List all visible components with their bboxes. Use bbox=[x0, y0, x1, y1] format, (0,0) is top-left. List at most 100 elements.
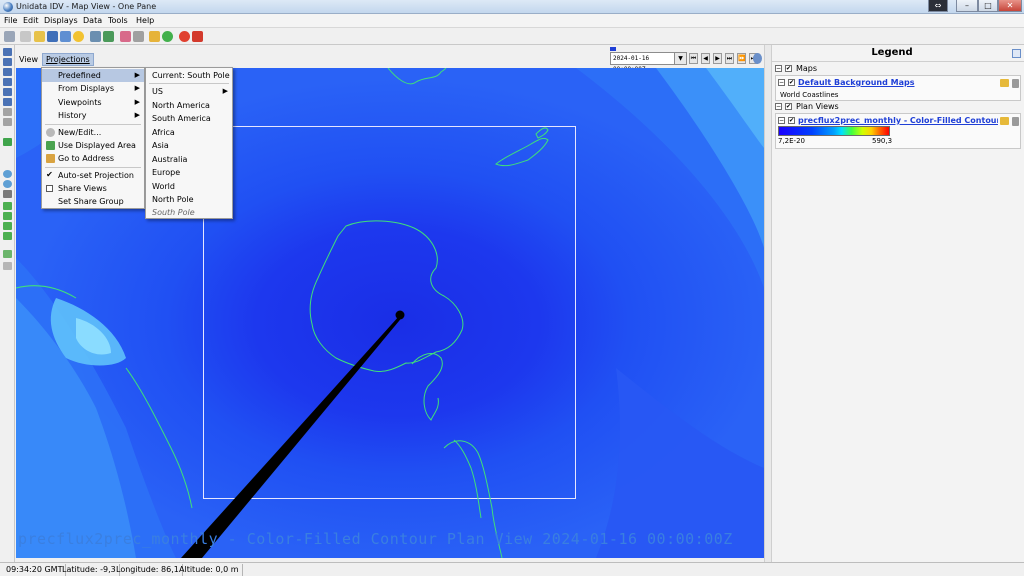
data-chooser-icon[interactable] bbox=[4, 31, 15, 42]
menu-item-set-share-group[interactable]: Set Share Group bbox=[42, 195, 144, 208]
save-icon[interactable] bbox=[47, 31, 58, 42]
visibility-checkbox[interactable]: ✔ bbox=[785, 65, 792, 72]
menu-displays[interactable]: Displays bbox=[42, 15, 80, 27]
menu-item-africa[interactable]: Africa bbox=[146, 126, 232, 139]
collapse-icon[interactable]: − bbox=[778, 117, 785, 124]
menu-item-use-displayed-area[interactable]: Use Displayed Area bbox=[42, 139, 144, 152]
menu-separator bbox=[45, 167, 141, 168]
menu-item-europe[interactable]: Europe bbox=[146, 166, 232, 179]
pane-splitter[interactable] bbox=[764, 45, 772, 562]
lock-icon[interactable] bbox=[1000, 79, 1009, 87]
eraser-icon[interactable] bbox=[120, 31, 131, 42]
menu-item-auto-set-projection[interactable]: ✔ Auto-set Projection bbox=[42, 169, 144, 182]
chevron-down-icon[interactable]: ▼ bbox=[674, 52, 687, 65]
capture-movie-icon[interactable] bbox=[103, 31, 114, 42]
first-frame-button[interactable]: ⏮ bbox=[689, 53, 698, 64]
redo-icon[interactable] bbox=[3, 262, 12, 270]
menu-item-north-america[interactable]: North America bbox=[146, 99, 232, 112]
menu-item-us[interactable]: US ▶ bbox=[146, 85, 232, 98]
checkmark-icon: ✔ bbox=[46, 170, 53, 179]
collapse-icon[interactable]: − bbox=[775, 65, 782, 72]
collapse-icon[interactable]: − bbox=[778, 79, 785, 86]
menu-edit[interactable]: Edit bbox=[21, 15, 41, 27]
step-forward-button[interactable]: ⏭ bbox=[725, 53, 734, 64]
pan-down-icon[interactable] bbox=[3, 232, 12, 240]
visibility-checkbox[interactable]: ✔ bbox=[785, 103, 792, 110]
remove-all-icon[interactable] bbox=[192, 31, 203, 42]
south-view-icon[interactable] bbox=[3, 88, 12, 96]
visibility-checkbox[interactable]: ✔ bbox=[788, 117, 795, 124]
displayed-area-icon bbox=[46, 141, 55, 150]
legend-group-maps[interactable]: − ✔ Maps bbox=[775, 63, 1021, 75]
top-view-icon[interactable] bbox=[3, 48, 12, 56]
menu-item-viewpoints[interactable]: Viewpoints ▶ bbox=[42, 96, 144, 109]
menu-tools[interactable]: Tools bbox=[106, 15, 130, 27]
perspective-icon[interactable] bbox=[3, 108, 12, 116]
collapse-icon[interactable]: − bbox=[775, 103, 782, 110]
menu-item-asia[interactable]: Asia bbox=[146, 139, 232, 152]
undo-icon[interactable] bbox=[3, 250, 12, 258]
pencil-icon[interactable] bbox=[149, 31, 160, 42]
lock-icon[interactable] bbox=[1000, 117, 1009, 125]
scissors-icon[interactable] bbox=[133, 31, 144, 42]
pole-marker[interactable] bbox=[395, 310, 405, 320]
pan-up-icon[interactable] bbox=[3, 222, 12, 230]
color-scale-bar[interactable] bbox=[778, 126, 890, 136]
save-as-icon[interactable] bbox=[60, 31, 71, 42]
legend-divider bbox=[772, 61, 1024, 62]
grid-icon[interactable] bbox=[3, 138, 12, 146]
menu-item-predefined[interactable]: Predefined ▶ bbox=[42, 69, 144, 82]
north-view-icon[interactable] bbox=[3, 68, 12, 76]
maximize-button[interactable]: □ bbox=[978, 0, 998, 12]
float-legend-icon[interactable] bbox=[1012, 49, 1021, 58]
menu-help[interactable]: Help bbox=[134, 15, 156, 27]
precflux-display-link[interactable]: precflux2prec_monthly - Color-Filled Con… bbox=[798, 116, 998, 125]
info-icon[interactable] bbox=[753, 53, 762, 64]
fast-forward-button[interactable]: ⏩ bbox=[737, 53, 746, 64]
zoom-in-icon[interactable] bbox=[3, 170, 12, 178]
trash-icon[interactable] bbox=[1012, 117, 1019, 126]
open-folder-icon[interactable] bbox=[34, 31, 45, 42]
menu-data[interactable]: Data bbox=[81, 15, 104, 27]
view-tools-sidebar bbox=[0, 45, 15, 562]
west-view-icon[interactable] bbox=[3, 98, 12, 106]
step-back-button[interactable]: ◀ bbox=[701, 53, 710, 64]
legend-group-plan-views[interactable]: − ✔ Plan Views bbox=[775, 101, 1021, 113]
menu-item-label: History bbox=[58, 111, 87, 120]
menu-item-north-pole[interactable]: North Pole bbox=[146, 193, 232, 206]
legend-group-label: Maps bbox=[796, 64, 818, 73]
menu-file[interactable]: File bbox=[2, 15, 19, 27]
menu-item-world[interactable]: World bbox=[146, 180, 232, 193]
visibility-checkbox[interactable]: ✔ bbox=[788, 79, 795, 86]
menu-item-australia[interactable]: Australia bbox=[146, 153, 232, 166]
view-menu[interactable]: View bbox=[19, 55, 38, 64]
play-button[interactable]: ▶ bbox=[713, 53, 722, 64]
chevron-right-icon: ▶ bbox=[134, 111, 140, 119]
menu-item-south-america[interactable]: South America bbox=[146, 112, 232, 125]
resize-handle-icon[interactable]: ⇔ bbox=[928, 0, 948, 12]
favorite-star-icon[interactable] bbox=[73, 31, 84, 42]
projections-menu[interactable]: Projections bbox=[42, 53, 94, 66]
bottom-view-icon[interactable] bbox=[3, 58, 12, 66]
menu-bar: File Edit Displays Data Tools Help bbox=[0, 14, 1024, 28]
stop-icon[interactable] bbox=[179, 31, 190, 42]
pan-right-icon[interactable] bbox=[3, 212, 12, 220]
trash-icon[interactable] bbox=[1012, 79, 1019, 88]
rotate-icon[interactable] bbox=[3, 118, 12, 126]
capture-image-icon[interactable] bbox=[90, 31, 101, 42]
home-icon[interactable] bbox=[3, 190, 12, 198]
minimize-button[interactable]: – bbox=[956, 0, 978, 12]
zoom-out-icon[interactable] bbox=[3, 180, 12, 188]
east-view-icon[interactable] bbox=[3, 78, 12, 86]
menu-item-history[interactable]: History ▶ bbox=[42, 109, 144, 122]
menu-item-go-to-address[interactable]: Go to Address bbox=[42, 152, 144, 165]
menu-item-label: Predefined bbox=[58, 71, 101, 80]
close-button[interactable]: ✕ bbox=[998, 0, 1022, 12]
menu-item-new-edit[interactable]: New/Edit... bbox=[42, 126, 144, 139]
menu-item-from-displays[interactable]: From Displays ▶ bbox=[42, 82, 144, 95]
refresh-icon[interactable] bbox=[162, 31, 173, 42]
menu-item-current-projection[interactable]: Current: South Pole bbox=[146, 69, 232, 82]
pan-left-icon[interactable] bbox=[3, 202, 12, 210]
default-background-maps-link[interactable]: Default Background Maps bbox=[798, 78, 914, 87]
menu-item-share-views[interactable]: Share Views bbox=[42, 182, 144, 195]
